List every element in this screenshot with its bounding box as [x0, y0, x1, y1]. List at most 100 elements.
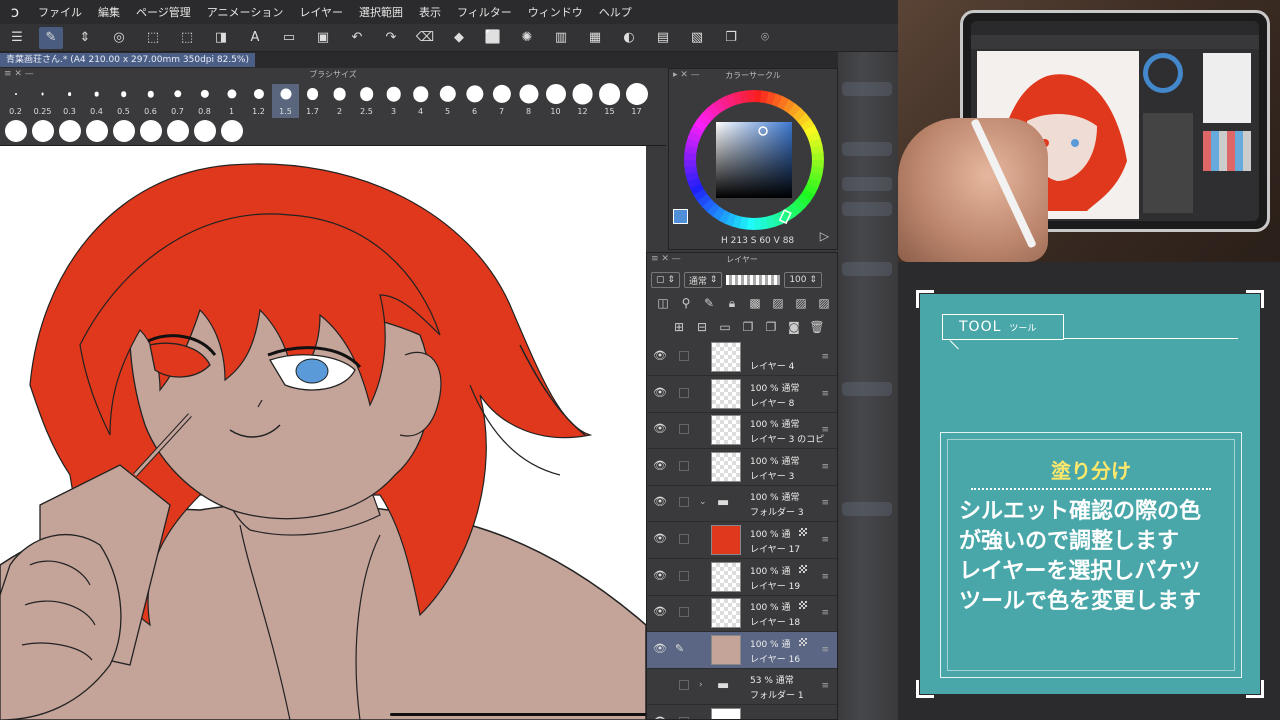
play-icon[interactable]: ▷ — [820, 229, 829, 243]
copy-icon[interactable]: ❐ — [719, 27, 743, 49]
layer-type-select[interactable]: ▢ ⇕ — [651, 272, 680, 288]
app-logo-icon[interactable]: ↄ — [0, 3, 30, 21]
chevron-updown-icon[interactable]: ⇕ — [73, 27, 97, 49]
panel-controls-icon[interactable]: ▸ ✕ — — [673, 70, 700, 80]
layer-checkbox[interactable] — [679, 680, 689, 691]
visibility-eye-icon[interactable]: 👁︎ — [653, 349, 667, 363]
brush-size-option[interactable] — [137, 120, 164, 142]
chevron-icon[interactable]: ⌄ — [699, 497, 707, 507]
layer-row[interactable]: 👁︎ 100 % 通常 レイヤー 3 ≡ — [647, 449, 837, 486]
duplicate-icon[interactable]: ❐ — [740, 319, 756, 335]
mask-extra-icon[interactable]: ▨ — [816, 295, 832, 311]
brush-size-option[interactable]: 8 — [515, 84, 542, 118]
layer-mask-icon[interactable]: ▥ — [549, 27, 573, 49]
layer-row[interactable]: 👁︎ レイヤー 4 ≡ — [647, 339, 837, 376]
menu-animation[interactable]: アニメーション — [199, 4, 292, 20]
merge-icon[interactable]: ❐ — [763, 319, 779, 335]
brush-size-option[interactable] — [164, 120, 191, 142]
selection-icon[interactable]: ▦ — [583, 27, 607, 49]
frame-icon[interactable]: ▣ — [311, 27, 335, 49]
menu-page[interactable]: ページ管理 — [128, 4, 199, 20]
visibility-eye-icon[interactable]: 👁︎ — [653, 642, 667, 656]
eraser-icon[interactable]: ◐ — [617, 27, 641, 49]
draft-icon[interactable]: ✎ — [701, 295, 717, 311]
layer-row[interactable]: 👁︎ 100 % 通レイヤー 18 ≡ — [647, 595, 837, 633]
brush-size-option[interactable] — [191, 120, 218, 142]
brush-size-option[interactable]: 0.25 — [29, 84, 56, 118]
stamp-icon[interactable]: ▤ — [651, 27, 675, 49]
layer-menu-icon[interactable]: ≡ — [821, 498, 829, 508]
visibility-eye-icon[interactable]: 👁︎ — [653, 532, 667, 546]
layer-folder-row[interactable]: 👁︎ ⌄ ▬ 100 % 通常 フォルダー 3 ≡ — [647, 485, 837, 523]
layer-checkbox[interactable] — [679, 570, 689, 581]
mask-icon[interactable]: ▨ — [770, 295, 786, 311]
layer-row[interactable]: 👁︎用紙 — [647, 705, 837, 719]
export-icon[interactable]: ⬚ — [175, 27, 199, 49]
opacity-value[interactable]: 100 ⇕ — [784, 272, 822, 288]
image-icon[interactable]: ▧ — [685, 27, 709, 49]
visibility-eye-icon[interactable]: 👁︎ — [653, 422, 667, 436]
layer-checkbox[interactable] — [679, 351, 689, 361]
brush-size-option[interactable] — [56, 120, 83, 142]
settings-icon[interactable]: ◎ — [107, 27, 131, 49]
clear-icon[interactable]: ⌫ — [413, 27, 437, 49]
layer-menu-icon[interactable]: ≡ — [821, 681, 829, 691]
panel-controls-icon[interactable]: ≡ ✕ — — [651, 254, 681, 264]
brush-size-option[interactable]: 0.8 — [191, 84, 218, 118]
brush-size-option[interactable]: 15 — [596, 83, 623, 118]
drawing-canvas[interactable] — [0, 145, 646, 720]
undo-icon[interactable]: ↶ — [345, 27, 369, 49]
trash-icon[interactable]: 🗑︎ — [809, 319, 825, 335]
visibility-eye-icon[interactable]: 👁︎ — [653, 605, 667, 619]
brush-size-option[interactable] — [110, 120, 137, 142]
menu-help[interactable]: ヘルプ — [591, 4, 640, 20]
brush-size-option[interactable]: 2.5 — [353, 84, 380, 118]
foreground-color-swatch[interactable] — [673, 209, 688, 224]
layer-menu-icon[interactable]: ≡ — [821, 352, 829, 362]
blend-mode-select[interactable]: 通常 ⇕ — [683, 272, 723, 288]
menu-selection[interactable]: 選択範囲 — [351, 4, 411, 20]
menu-filter[interactable]: フィルター — [449, 4, 520, 20]
visibility-eye-icon[interactable]: 👁︎ — [653, 459, 667, 473]
layer-menu-icon[interactable]: ≡ — [821, 389, 829, 399]
layer-row[interactable]: 👁︎ 100 % 通レイヤー 19 ≡ — [647, 559, 837, 596]
bucket-icon[interactable]: ◆ — [447, 27, 471, 49]
brush-size-option[interactable]: 1.2 — [245, 84, 272, 118]
brush-size-option[interactable] — [218, 120, 245, 142]
layer-row[interactable]: 👁︎ 100 % 通レイヤー 17 ≡ — [647, 522, 837, 559]
canvas-scroll-indicator[interactable] — [390, 713, 646, 716]
opacity-slider[interactable] — [726, 275, 781, 285]
menu-layer[interactable]: レイヤー — [291, 4, 351, 20]
layer-checkbox[interactable] — [679, 460, 689, 471]
lock-icon[interactable]: 🔒︎ — [724, 295, 740, 311]
redo-icon[interactable]: ↷ — [379, 27, 403, 49]
spinner-icon[interactable]: ✺ — [515, 27, 539, 49]
brush-size-option[interactable]: 0.2 — [2, 84, 29, 118]
layer-menu-icon[interactable]: ≡ — [821, 572, 829, 582]
brush-size-option[interactable] — [29, 120, 56, 142]
brush-size-option[interactable]: 3 — [380, 84, 407, 118]
brush-size-option[interactable]: 5 — [434, 84, 461, 118]
camera-icon[interactable]: ⌾ — [753, 27, 777, 49]
visibility-eye-icon[interactable]: 👁︎ — [653, 495, 667, 509]
fill-icon[interactable]: ◨ — [209, 27, 233, 49]
lock-transparency-icon[interactable]: ▩ — [747, 295, 763, 311]
layer-folder-row[interactable]: › ▬ 53 % 通常 フォルダー 1 ≡ — [647, 668, 837, 706]
brush-size-option[interactable]: 1.7 — [299, 84, 326, 118]
new-layer-icon[interactable]: ⊞ — [671, 319, 687, 335]
transform-icon[interactable]: ⬜ — [481, 27, 505, 49]
brush-size-option[interactable]: 0.4 — [83, 84, 110, 118]
brush-size-option[interactable] — [83, 120, 110, 142]
mask-add-icon[interactable]: ◙ — [786, 319, 802, 335]
color-wheel[interactable] — [679, 85, 829, 235]
visibility-eye-icon[interactable]: 👁︎ — [653, 386, 667, 400]
layer-row[interactable]: 👁︎ 100 % 通常 レイヤー 3 のコピ ≡ — [647, 412, 837, 450]
layer-row[interactable]: 👁︎ ✎ 100 % 通レイヤー 16 ≡ — [647, 631, 837, 669]
mask-toggle-icon[interactable]: ▨ — [793, 295, 809, 311]
menu-file[interactable]: ファイル — [30, 4, 90, 20]
new-folder-icon[interactable]: ▭ — [717, 319, 733, 335]
brush-size-option[interactable]: 10 — [542, 84, 569, 118]
brush-size-option[interactable]: 0.6 — [137, 84, 164, 118]
brush-size-option[interactable]: 0.5 — [110, 84, 137, 118]
layer-checkbox[interactable] — [679, 497, 689, 508]
